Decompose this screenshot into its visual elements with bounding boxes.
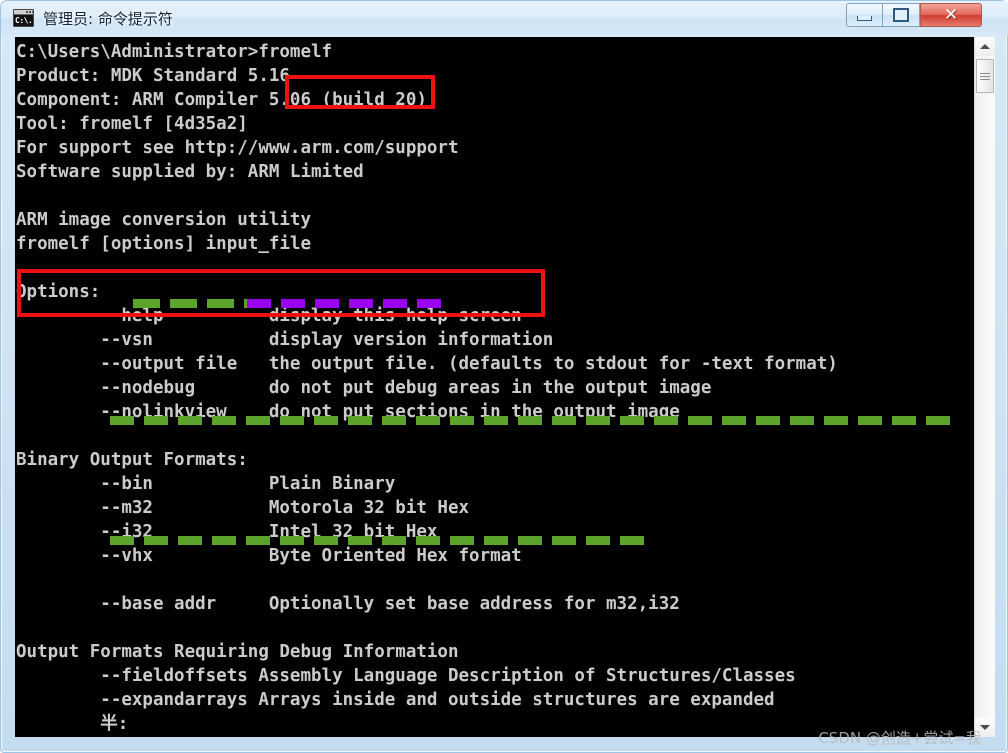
terminal-line: --vhx Byte Oriented Hex format [16, 546, 522, 566]
scroll-up-button[interactable] [975, 37, 995, 56]
close-button[interactable]: ✕ [920, 3, 982, 27]
scrollbar-thumb[interactable] [976, 59, 994, 93]
terminal-line: For support see http://www.arm.com/suppo… [16, 138, 459, 158]
terminal-line: --bin Plain Binary [16, 474, 396, 494]
vertical-scrollbar[interactable] [974, 37, 995, 737]
terminal-text: C:\Users\Administrator>fromelf Product: M… [16, 40, 966, 736]
chevron-up-icon [980, 44, 990, 49]
terminal-line: Options: [16, 282, 101, 302]
chevron-down-icon [980, 725, 990, 730]
terminal-line: --output file the output file. (defaults… [16, 354, 838, 374]
csdn-watermark: CSDN @创造+尝试=我 [818, 729, 981, 747]
terminal-line: --i32 Intel 32 bit Hex [16, 522, 438, 542]
terminal-line: --nodebug do not put debug areas in the … [16, 378, 712, 398]
cmd-icon-text: C:\. [14, 15, 33, 26]
terminal-line: Output Formats Requiring Debug Informati… [16, 642, 459, 662]
terminal-line: ARM image conversion utility [16, 210, 312, 230]
terminal-line: Tool: fromelf [4d35a2] [16, 114, 248, 134]
terminal-line: Software supplied by: ARM Limited [16, 162, 364, 182]
terminal-line: --m32 Motorola 32 bit Hex [16, 498, 470, 518]
window-title: 管理员: 命令提示符 [43, 10, 173, 28]
terminal-line: --vsn display version information [16, 330, 554, 350]
minimize-button[interactable] [846, 3, 883, 27]
terminal-line: Component: ARM Compiler 5.06 (build 20) [16, 90, 427, 110]
terminal-line: --fieldoffsets Assembly Language Descrip… [16, 666, 796, 686]
terminal-line: --base addr Optionally set base address … [16, 594, 680, 614]
title-bar[interactable]: C:\. 管理员: 命令提示符 ✕ [1, 1, 1008, 35]
cmd-icon: C:\. [13, 9, 34, 27]
close-icon: ✕ [943, 4, 959, 25]
console-window: C:\. 管理员: 命令提示符 ✕ C:\Users\Administrator… [0, 0, 1008, 753]
terminal-line: --help display this help screen [16, 306, 522, 326]
terminal-line: fromelf [options] input_file [16, 234, 312, 254]
terminal-line: C:\Users\Administrator>fromelf [16, 42, 333, 62]
terminal-line: Binary Output Formats: [16, 450, 248, 470]
minimize-icon [857, 16, 872, 21]
maximize-button[interactable] [883, 3, 920, 27]
terminal-line: Product: MDK Standard 5.16 [16, 66, 290, 86]
terminal-line: --expandarrays Arrays inside and outside… [16, 690, 775, 710]
terminal-output-area[interactable]: C:\Users\Administrator>fromelf Product: M… [15, 37, 995, 737]
maximize-icon [893, 8, 909, 22]
terminal-line: --nolinkview do not put sections in the … [16, 402, 680, 422]
